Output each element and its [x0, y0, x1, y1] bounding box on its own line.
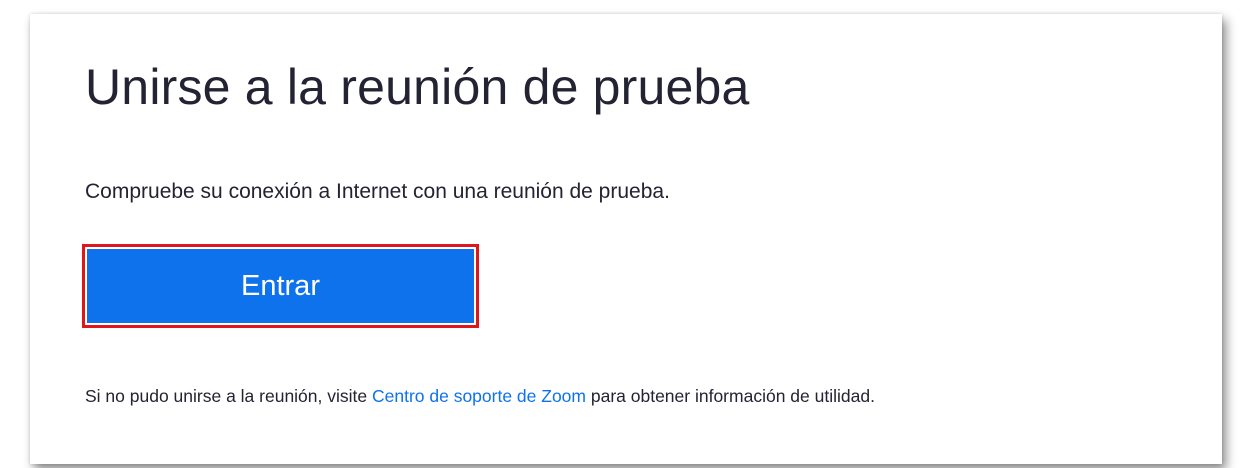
join-button-highlight: Entrar [82, 244, 479, 328]
page-title: Unirse a la reunión de prueba [85, 59, 750, 115]
help-text: Si no pudo unirse a la reunión, visite C… [85, 378, 1205, 415]
join-button[interactable]: Entrar [87, 249, 474, 323]
test-meeting-card: Unirse a la reunión de prueba Compruebe … [30, 14, 1222, 464]
zoom-support-center-link[interactable]: Centro de soporte de Zoom [372, 386, 586, 406]
page-subtitle: Compruebe su conexión a Internet con una… [85, 180, 670, 203]
help-text-prefix: Si no pudo unirse a la reunión, visite [85, 386, 372, 406]
page: Unirse a la reunión de prueba Compruebe … [0, 0, 1249, 468]
help-text-suffix: para obtener información de utilidad. [586, 386, 875, 406]
